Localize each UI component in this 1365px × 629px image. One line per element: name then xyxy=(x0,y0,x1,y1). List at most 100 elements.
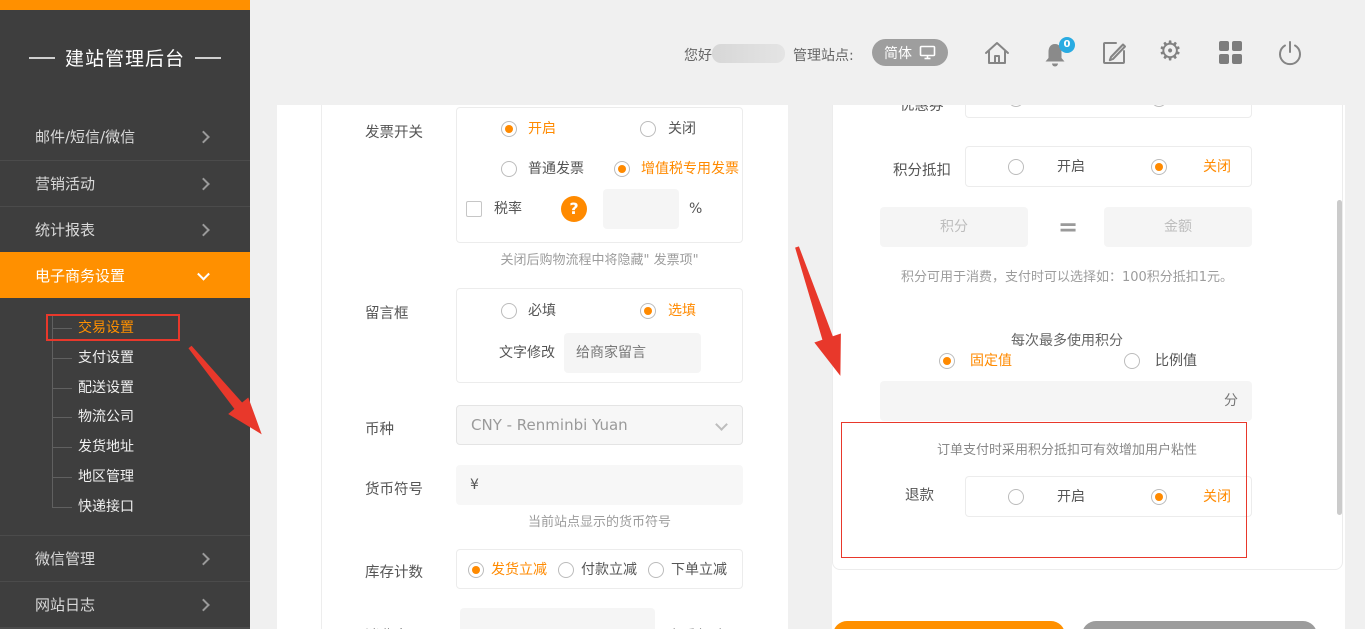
edit-icon[interactable] xyxy=(1099,38,1129,68)
coupon-off-option[interactable]: 关闭 xyxy=(1203,105,1231,119)
chevron-down-icon xyxy=(715,418,728,431)
sidebar-subitem-shipping-address[interactable]: 发货地址 xyxy=(0,432,250,462)
sidebar-item-marketing[interactable]: 营销活动 xyxy=(0,160,250,206)
sidebar-item-site-logs[interactable]: 网站日志 xyxy=(0,581,250,627)
message-text-row: 文字修改 给商家留言 xyxy=(457,333,744,373)
radio-on-icon[interactable] xyxy=(614,161,630,177)
refund-on-option[interactable]: 开启 xyxy=(1057,477,1085,517)
help-question-icon[interactable]: ? xyxy=(561,196,587,222)
settings-gear-icon[interactable]: ⚙ xyxy=(1158,36,1182,67)
cancel-button[interactable] xyxy=(1082,621,1317,629)
stock-pay-option[interactable]: 付款立减 xyxy=(581,550,637,590)
checkbox-icon[interactable] xyxy=(466,201,482,217)
points-settings-panel: 优惠券 开启 关闭 积分抵扣 开启 关闭 积分 = 金额 积分可用于消费，支付时… xyxy=(832,105,1345,629)
radio-on-icon[interactable] xyxy=(1008,105,1024,107)
fixed-value-option[interactable]: 固定值 xyxy=(970,346,1012,376)
chevron-right-icon xyxy=(197,131,210,144)
panel-divider-line xyxy=(321,105,322,629)
currency-symbol-label: 货币符号 xyxy=(365,470,423,510)
sidebar-subitem-trade-settings[interactable]: 交易设置 xyxy=(0,313,250,343)
coupon-on-option[interactable]: 开启 xyxy=(1057,105,1085,119)
message-required-option[interactable]: 必填 xyxy=(528,291,556,331)
value-type-row: 固定值 比例值 xyxy=(832,346,1343,376)
message-text-input[interactable]: 给商家留言 xyxy=(564,333,701,373)
invoice-type-vat-option[interactable]: 增值税专用发票 xyxy=(641,149,739,189)
currency-symbol-input[interactable]: ¥ xyxy=(456,465,743,505)
view-help-link[interactable]: 查看帮助 xyxy=(667,617,725,629)
tax-rate-input[interactable] xyxy=(603,189,679,229)
invoice-off-option[interactable]: 关闭 xyxy=(668,109,696,149)
refund-label: 退款 xyxy=(905,476,934,516)
radio-off-icon[interactable] xyxy=(501,303,517,319)
radio-off-icon[interactable] xyxy=(1151,105,1167,107)
refund-off-option[interactable]: 关闭 xyxy=(1203,477,1231,517)
ratio-value-option[interactable]: 比例值 xyxy=(1155,346,1197,376)
radio-on-icon[interactable] xyxy=(1151,159,1167,175)
greeting-text: 您好 xyxy=(684,45,712,65)
radio-off-icon[interactable] xyxy=(501,161,517,177)
redacted-username xyxy=(712,44,785,63)
radio-on-icon[interactable] xyxy=(939,353,955,369)
invoice-type-row: 普通发票 增值税专用发票 xyxy=(457,149,744,189)
sidebar-subitem-region-management[interactable]: 地区管理 xyxy=(0,462,250,492)
home-icon[interactable] xyxy=(982,38,1012,68)
tax-rate-label: 税率 xyxy=(494,189,522,229)
stock-order-option[interactable]: 下单立减 xyxy=(671,550,727,590)
radio-on-icon[interactable] xyxy=(1151,489,1167,505)
amount-input[interactable]: 金额 xyxy=(1104,207,1252,247)
sidebar-subitem-payment-settings[interactable]: 支付设置 xyxy=(0,343,250,373)
deduction-off-option[interactable]: 关闭 xyxy=(1203,147,1231,187)
points-helper-text: 积分可用于消费，支付时可以选择如：100积分抵扣1元。 xyxy=(832,266,1302,285)
message-box-label: 留言框 xyxy=(365,294,409,334)
invoice-switch-label: 发票开关 xyxy=(365,113,423,153)
max-points-value-input[interactable]: 分 xyxy=(880,381,1252,421)
radio-on-icon[interactable] xyxy=(501,121,517,137)
invoice-on-option[interactable]: 开启 xyxy=(528,109,556,149)
vertical-scrollbar[interactable] xyxy=(1337,200,1342,515)
chevron-right-icon xyxy=(197,552,210,565)
consume-password-input[interactable] xyxy=(460,608,655,629)
title-dash-right xyxy=(195,57,221,59)
power-logout-icon[interactable] xyxy=(1275,38,1305,68)
deduction-on-option[interactable]: 开启 xyxy=(1057,147,1085,187)
language-site-switcher[interactable]: 简体 xyxy=(872,39,948,66)
currency-symbol-helper: 当前站点显示的货币符号 xyxy=(456,511,743,530)
message-required-row: 必填 选填 xyxy=(457,291,744,331)
radio-off-icon[interactable] xyxy=(1124,353,1140,369)
invoice-onoff-row: 开启 关闭 xyxy=(457,109,744,149)
radio-off-icon[interactable] xyxy=(1008,489,1024,505)
coupon-label: 优惠券 xyxy=(900,105,944,126)
stock-count-label: 库存计数 xyxy=(365,553,423,593)
invoice-type-normal-option[interactable]: 普通发票 xyxy=(528,149,584,189)
consume-password-label: 消费密码 xyxy=(365,617,423,629)
chevron-right-icon xyxy=(197,598,210,611)
chevron-right-icon xyxy=(197,177,210,190)
message-optional-option[interactable]: 选填 xyxy=(668,291,696,331)
deduction-note-text: 订单支付时采用积分抵扣可有效增加用户粘性 xyxy=(832,439,1302,458)
sidebar-accent-strip xyxy=(0,0,250,10)
radio-off-icon[interactable] xyxy=(558,562,574,578)
radio-on-icon[interactable] xyxy=(640,303,656,319)
points-unit-suffix: 分 xyxy=(1224,393,1238,409)
radio-off-icon[interactable] xyxy=(640,121,656,137)
save-button[interactable] xyxy=(833,621,1065,629)
stock-ship-option[interactable]: 发货立减 xyxy=(491,550,547,590)
manage-site-label: 管理站点: xyxy=(793,45,854,65)
currency-select[interactable]: CNY - Renminbi Yuan xyxy=(456,405,743,445)
points-input[interactable]: 积分 xyxy=(880,207,1028,247)
radio-off-icon[interactable] xyxy=(648,562,664,578)
currency-label: 币种 xyxy=(365,410,394,450)
sidebar-item-ecommerce-settings[interactable]: 电子商务设置 xyxy=(0,252,250,298)
admin-app: 建站管理后台 邮件/短信/微信 营销活动 统计报表 电子商务设置 交易设置 xyxy=(0,0,1365,629)
sidebar-item-mail-sms-wechat[interactable]: 邮件/短信/微信 xyxy=(0,114,250,160)
radio-on-icon[interactable] xyxy=(468,562,484,578)
invoice-helper-text: 关闭后购物流程中将隐藏" 发票项" xyxy=(456,249,743,268)
sidebar-subitem-delivery-settings[interactable]: 配送设置 xyxy=(0,373,250,403)
sidebar-item-statistics[interactable]: 统计报表 xyxy=(0,206,250,252)
sidebar-subitem-logistics-company[interactable]: 物流公司 xyxy=(0,402,250,432)
language-label: 简体 xyxy=(884,43,912,63)
radio-off-icon[interactable] xyxy=(1008,159,1024,175)
sidebar-item-wechat-management[interactable]: 微信管理 xyxy=(0,535,250,581)
sidebar-subitem-express-interface[interactable]: 快递接口 xyxy=(0,492,250,522)
apps-grid-icon[interactable] xyxy=(1219,41,1243,65)
